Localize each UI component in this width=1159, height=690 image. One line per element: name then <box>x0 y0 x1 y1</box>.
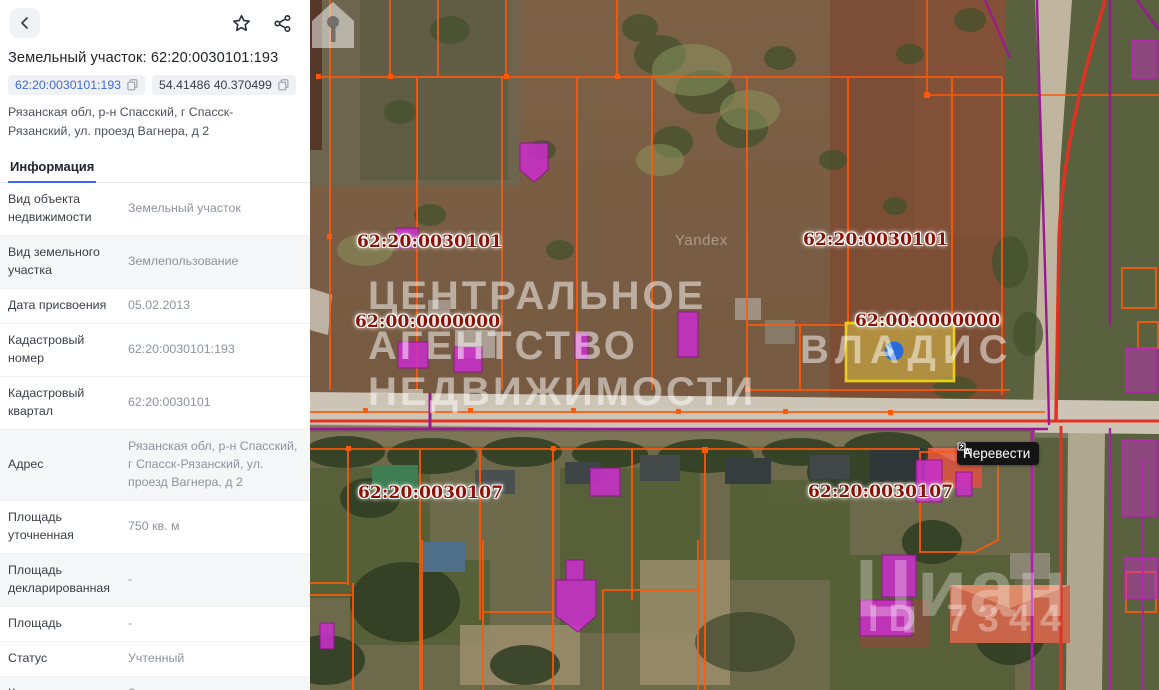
tab-information[interactable]: Информация <box>8 151 96 183</box>
favorite-star-icon[interactable] <box>232 14 251 33</box>
table-row: Вид объекта недвижимости Земельный участ… <box>0 183 310 235</box>
row-value: - <box>114 615 302 633</box>
page-title: Земельный участок: 62:20:0030101:193 <box>0 46 310 66</box>
row-label: Кадастровый номер <box>8 332 114 368</box>
row-value: 05.02.2013 <box>114 297 302 315</box>
cadastral-number-link[interactable]: 62:20:0030101:193 <box>15 78 121 92</box>
row-value: Земли населенных пунктов <box>114 685 302 690</box>
quarter-label: 62:00:0000000 <box>355 312 500 332</box>
tab-bar: Информация <box>0 151 310 183</box>
house-key-icon <box>310 0 356 50</box>
copy-icon[interactable] <box>127 79 138 91</box>
table-row: Площадь декларированная - <box>0 553 310 606</box>
coordinates-chip[interactable]: 54.41486 40.370499 <box>152 75 296 95</box>
quarter-label: 62:00:0000000 <box>855 311 1000 331</box>
row-label: Вид объекта недвижимости <box>8 191 114 227</box>
row-value: Земельный участок <box>114 200 302 218</box>
back-button[interactable] <box>10 8 40 38</box>
table-row: Кадастровый квартал 62:20:0030101 <box>0 376 310 429</box>
row-value: 62:20:0030101 <box>114 394 302 412</box>
watermark-agency2: ВЛАДИС <box>800 328 1014 373</box>
info-table: Вид объекта недвижимости Земельный участ… <box>0 183 310 690</box>
table-row: Адрес Рязанская обл, р-н Спасский, г Спа… <box>0 429 310 500</box>
row-value: - <box>114 571 302 589</box>
cadastral-map-app: Земельный участок: 62:20:0030101:193 62:… <box>0 0 1159 690</box>
row-label: Дата присвоения <box>8 297 114 315</box>
parcel-info-panel: Земельный участок: 62:20:0030101:193 62:… <box>0 0 310 690</box>
table-row: Кадастровый номер 62:20:0030101:193 <box>0 323 310 376</box>
watermark-agency-line3: НЕДВИЖИМОСТИ <box>368 370 756 415</box>
table-row: Статус Учтенный <box>0 641 310 676</box>
share-icon[interactable] <box>273 14 292 33</box>
row-value: 62:20:0030101:193 <box>114 341 302 359</box>
table-row: Категория земель Земли населенных пункто… <box>0 676 310 690</box>
row-value: Землепользование <box>114 253 302 271</box>
translate-label: Перевести <box>963 446 1030 461</box>
chips-row: 62:20:0030101:193 54.41486 40.370499 <box>0 66 310 95</box>
row-value: Рязанская обл, р-н Спасский, г Спасск-Ря… <box>114 438 302 492</box>
row-label: Адрес <box>8 456 114 474</box>
quarter-label: 62:20:0030101 <box>357 232 502 252</box>
table-row: Дата присвоения 05.02.2013 <box>0 288 310 323</box>
map-canvas[interactable]: ЦЕНТРАЛЬНОЕ АГЕНТСТВО НЕДВИЖИМОСТИ ВЛАДИ… <box>310 0 1159 690</box>
row-label: Площадь уточненная <box>8 509 114 545</box>
panel-topbar <box>0 0 310 46</box>
table-row: Площадь уточненная 750 кв. м <box>0 500 310 553</box>
quarter-label: 62:20:0030107 <box>808 482 953 502</box>
row-value: Учтенный <box>114 650 302 668</box>
copy-icon[interactable] <box>278 79 289 91</box>
table-row: Вид земельного участка Землепользование <box>0 235 310 288</box>
row-label: Категория земель <box>8 685 114 690</box>
row-value: 750 кв. м <box>114 518 302 536</box>
translate-icon <box>957 442 972 457</box>
watermark-map-provider: Yandex <box>675 232 728 249</box>
coordinates-value: 54.41486 40.370499 <box>159 78 272 92</box>
cadastral-number-chip[interactable]: 62:20:0030101:193 <box>8 75 145 95</box>
table-row: Площадь - <box>0 606 310 641</box>
row-label: Площадь декларированная <box>8 562 114 598</box>
quarter-label: 62:20:0030107 <box>358 483 503 503</box>
row-label: Кадастровый квартал <box>8 385 114 421</box>
row-label: Вид земельного участка <box>8 244 114 280</box>
row-label: Площадь <box>8 615 114 633</box>
chevron-left-icon <box>18 16 32 30</box>
translate-tooltip[interactable]: Перевести <box>957 442 1039 465</box>
watermark-listing-id: ID 7344 <box>868 598 1071 641</box>
row-label: Статус <box>8 650 114 668</box>
quarter-label: 62:20:0030101 <box>803 230 948 250</box>
parcel-address: Рязанская обл, р-н Спасский, г Спасск-Ря… <box>0 95 298 140</box>
